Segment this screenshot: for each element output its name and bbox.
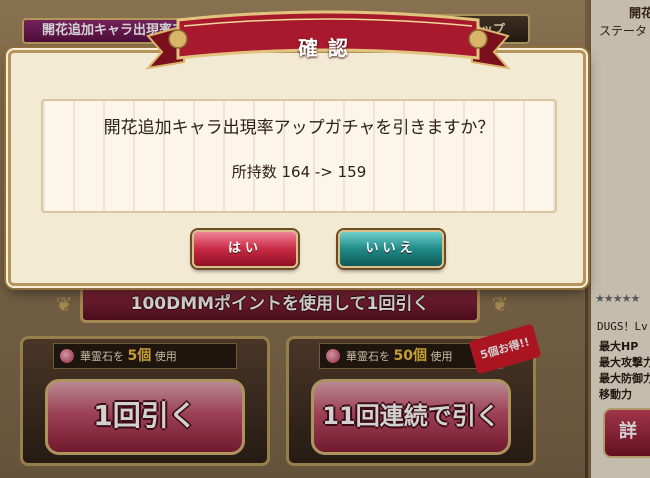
message-panel: 開花追加キャラ出現率アップガチャを引きますか？ 所持数 164 -> 159 — [41, 99, 557, 213]
no-button[interactable]: いいえ — [338, 230, 444, 268]
gem-count-change: 所持数 164 -> 159 — [231, 163, 367, 181]
yes-button[interactable]: はい — [192, 230, 298, 268]
dialog-title: 確認 — [298, 36, 358, 60]
confirm-question: 開花追加キャラ出現率アップガチャを引きますか？ — [103, 118, 495, 138]
